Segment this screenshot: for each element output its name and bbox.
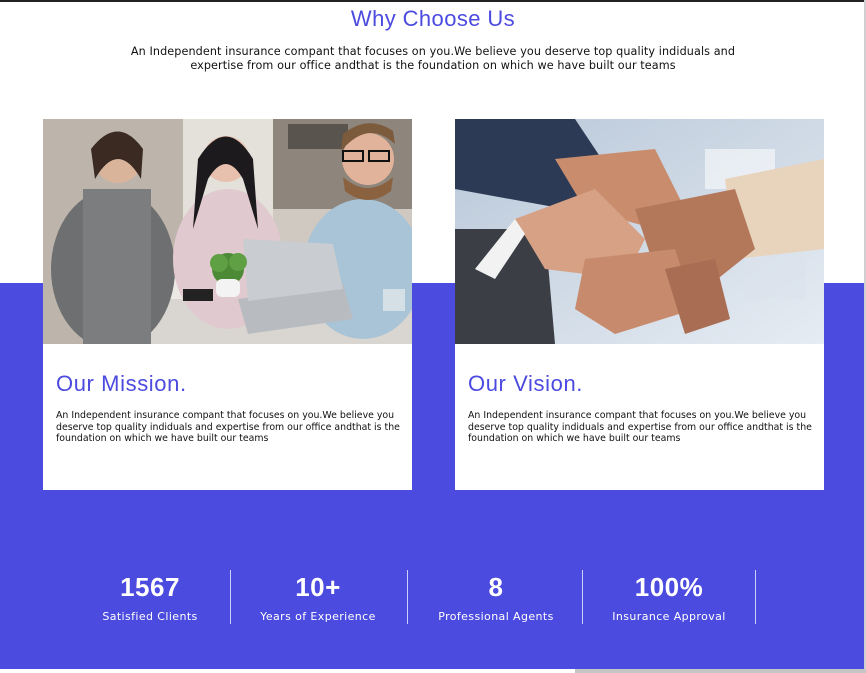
mission-text: An Independent insurance compant that fo… xyxy=(56,410,400,444)
stat-value: 10+ xyxy=(295,572,341,602)
section-title: Why Choose Us xyxy=(350,6,516,31)
stat-value: 8 xyxy=(488,572,504,602)
vision-card: Our Vision. An Independent insurance com… xyxy=(455,119,824,490)
stat-insurance-approval: 100% Insurance Approval xyxy=(594,570,744,624)
vision-text: An Independent insurance compant that fo… xyxy=(468,410,812,444)
stat-divider xyxy=(755,570,756,624)
stats-row: 1567 Satisfied Clients 10+ Years of Expe… xyxy=(0,570,866,630)
mission-title: Our Mission. xyxy=(56,371,187,396)
stat-divider xyxy=(407,570,408,624)
horizontal-scrollbar[interactable] xyxy=(575,669,866,673)
stat-years-experience: 10+ Years of Experience xyxy=(243,570,393,624)
stat-value: 1567 xyxy=(120,572,180,602)
top-border xyxy=(0,0,866,2)
vision-photo xyxy=(455,119,824,344)
section-intro: An Independent insurance compant that fo… xyxy=(130,45,736,72)
vision-title: Our Vision. xyxy=(468,371,584,396)
stat-label: Insurance Approval xyxy=(612,610,726,623)
stat-value: 100% xyxy=(634,572,704,602)
stat-label: Professional Agents xyxy=(438,610,554,623)
mission-card: Our Mission. An Independent insurance co… xyxy=(43,119,412,490)
mission-photo xyxy=(43,119,412,344)
stat-label: Satisfied Clients xyxy=(102,610,198,623)
stat-divider xyxy=(230,570,231,624)
stat-divider xyxy=(582,570,583,624)
stat-satisfied-clients: 1567 Satisfied Clients xyxy=(90,570,210,624)
stat-label: Years of Experience xyxy=(260,610,376,623)
stat-professional-agents: 8 Professional Agents xyxy=(421,570,571,624)
